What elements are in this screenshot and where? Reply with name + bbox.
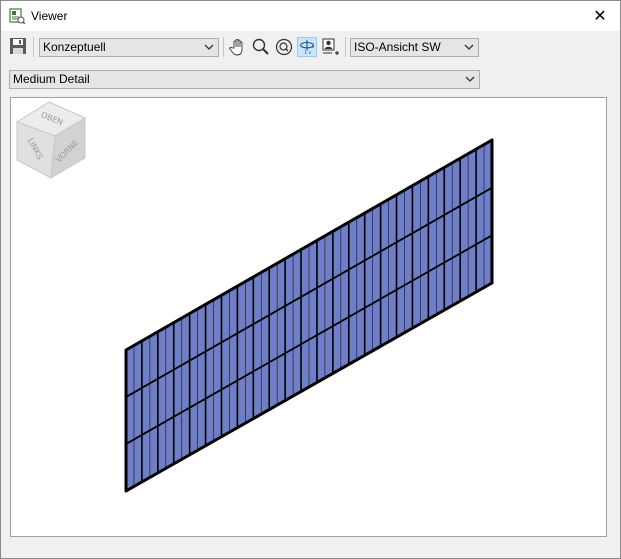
zoom-icon[interactable] bbox=[251, 37, 271, 57]
viewcube[interactable]: OBEN LINKS VORNE bbox=[11, 98, 95, 182]
viewer-window: Viewer ✕ Konzeptuell 1 x ISO-Ansicht SW … bbox=[0, 0, 621, 559]
close-icon: ✕ bbox=[593, 8, 607, 25]
visual-style-select[interactable]: Konzeptuell bbox=[39, 38, 219, 57]
toolbar-separator bbox=[33, 37, 34, 57]
visual-style-value: Konzeptuell bbox=[43, 40, 106, 54]
zoom-extents-icon[interactable] bbox=[274, 37, 294, 57]
detail-level-select[interactable]: Medium Detail bbox=[9, 70, 480, 89]
window-title: Viewer bbox=[31, 9, 68, 23]
detail-level-value: Medium Detail bbox=[13, 72, 90, 86]
camera-icon[interactable] bbox=[320, 37, 340, 57]
view-select[interactable]: ISO-Ansicht SW bbox=[350, 38, 479, 57]
toolbar: Konzeptuell 1 x ISO-Ansicht SW bbox=[1, 34, 620, 60]
chevron-down-icon bbox=[464, 44, 474, 50]
title-bar: Viewer ✕ bbox=[1, 1, 620, 31]
close-button[interactable]: ✕ bbox=[580, 1, 620, 31]
orbit-icon[interactable]: 1 x bbox=[297, 37, 317, 57]
toolbar-separator bbox=[223, 37, 224, 57]
chevron-down-icon bbox=[465, 76, 475, 82]
pan-icon[interactable] bbox=[228, 37, 248, 57]
save-icon[interactable] bbox=[9, 37, 27, 55]
viewer-app-icon bbox=[9, 8, 25, 24]
svg-text:1 x: 1 x bbox=[304, 50, 311, 56]
view-value: ISO-Ansicht SW bbox=[354, 40, 441, 54]
3d-viewport[interactable]: OBEN LINKS VORNE bbox=[10, 97, 607, 537]
toolbar-separator bbox=[345, 37, 346, 57]
solar-panel-model bbox=[124, 138, 494, 493]
chevron-down-icon bbox=[204, 44, 214, 50]
